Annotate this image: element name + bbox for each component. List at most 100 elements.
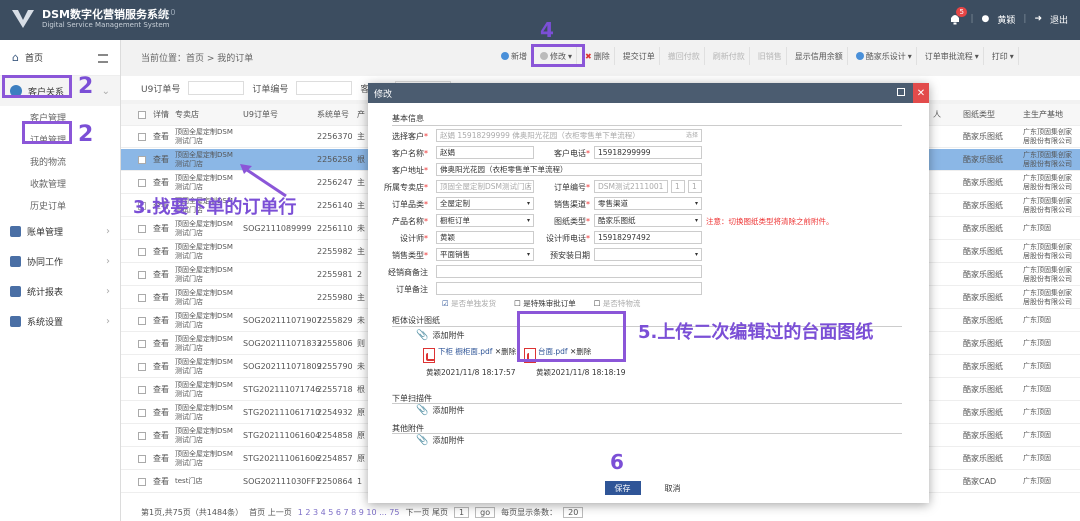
row-checkbox[interactable]: [138, 408, 146, 417]
approval-flow-button[interactable]: 订单审批流程 ▾: [921, 47, 984, 65]
customer-select[interactable]: 赵娟 15918299999 佛奥阳光花园（衣柜零售单下单流程） 选择: [436, 129, 702, 142]
row-checkbox[interactable]: [138, 132, 146, 141]
order-number-field[interactable]: DSM测试2111001: [594, 180, 668, 193]
order-no-input[interactable]: [296, 81, 353, 95]
install-date-select[interactable]: ▾: [594, 248, 702, 261]
ship-separately-checkbox[interactable]: ☑ 是否单独发货: [442, 298, 496, 309]
credit-balance-button[interactable]: 显示信用余额: [791, 47, 848, 65]
store-cell: 顶固全屋定制DSM测试门店: [175, 288, 233, 306]
file-link-1[interactable]: 下柜 橱柜面.pdf ✕删除: [438, 346, 516, 357]
row-checkbox[interactable]: [138, 270, 146, 279]
view-link[interactable]: 查看: [153, 430, 169, 441]
chevron-right-icon: ›: [106, 285, 110, 297]
row-checkbox[interactable]: [138, 477, 146, 486]
order-category-select[interactable]: 全屋定制 ▾: [436, 197, 534, 210]
withdraw-payment-button[interactable]: 撤回付款: [664, 47, 705, 65]
row-checkbox[interactable]: [138, 385, 146, 394]
row-checkbox[interactable]: [138, 293, 146, 302]
sales-channel-select[interactable]: 零售渠道 ▾: [594, 197, 702, 210]
view-link[interactable]: 查看: [153, 338, 169, 349]
add-button[interactable]: 新增: [497, 47, 532, 65]
row-checkbox[interactable]: [138, 224, 146, 233]
refresh-payment-button[interactable]: 刷新付款: [709, 47, 750, 65]
view-link[interactable]: 查看: [153, 154, 169, 165]
sidebar-item-home[interactable]: ⌂ 首页: [0, 40, 120, 76]
collapse-menu-icon[interactable]: [98, 54, 108, 63]
sale-type-select[interactable]: 平面销售 ▾: [436, 248, 534, 261]
logout-icon: ➜: [1034, 14, 1042, 24]
special-approval-checkbox[interactable]: ☐ 是特殊审批订单: [514, 298, 576, 309]
view-link[interactable]: 查看: [153, 453, 169, 464]
u9-order-input[interactable]: [188, 81, 245, 95]
save-button[interactable]: 保存: [604, 481, 641, 495]
product-name-select[interactable]: 橱柜订单 ▾: [436, 214, 534, 227]
u9-cell: SOG202111071833: [243, 339, 322, 348]
view-link[interactable]: 查看: [153, 292, 169, 303]
view-link[interactable]: 查看: [153, 177, 169, 188]
kujiale-design-button[interactable]: 酷家乐设计 ▾: [852, 47, 917, 65]
row-checkbox[interactable]: [138, 431, 146, 440]
print-button[interactable]: 打印 ▾: [988, 47, 1019, 65]
sidebar-sub-logistics[interactable]: 我的物流: [0, 150, 120, 172]
page-size-select[interactable]: 20: [563, 507, 584, 518]
sidebar-item-reports[interactable]: 统计报表 ›: [0, 276, 120, 306]
view-link[interactable]: 查看: [153, 361, 169, 372]
drawing-type-cell: 酷家乐图纸: [963, 362, 1003, 371]
view-link[interactable]: 查看: [153, 315, 169, 326]
add-other-attachment[interactable]: 📎 添加附件: [416, 435, 464, 446]
order-note-field[interactable]: [436, 282, 702, 295]
submit-order-button[interactable]: 提交订单: [619, 47, 660, 65]
customer-address-field[interactable]: 佛奥阳光花园（衣柜零售单下单流程）: [436, 163, 702, 176]
add-scan-attachment[interactable]: 📎 添加附件: [416, 405, 464, 416]
designer-field[interactable]: 黄颖: [436, 231, 534, 244]
row-checkbox[interactable]: [138, 339, 146, 348]
page-input[interactable]: 1: [454, 507, 470, 518]
view-link[interactable]: 查看: [153, 131, 169, 142]
sidebar-sub-history[interactable]: 历史订单: [0, 194, 120, 216]
logout-link[interactable]: 退出: [1050, 13, 1068, 26]
step-2-label: 2: [78, 74, 94, 99]
row-checkbox[interactable]: [138, 155, 146, 164]
drawing-type-cell: 酷家乐图纸: [963, 247, 1003, 256]
special-logistics-checkbox[interactable]: ☐ 是否特物流: [594, 298, 641, 309]
close-icon[interactable]: ✕: [913, 83, 929, 103]
paperclip-icon: 📎: [416, 435, 429, 446]
delete-button[interactable]: ✖ 删除: [581, 47, 615, 65]
customer-phone-field[interactable]: 15918299999: [594, 146, 702, 159]
view-link[interactable]: 查看: [153, 269, 169, 280]
base-cell: 广东顶固: [1023, 431, 1051, 439]
product-cell: 主: [357, 293, 365, 302]
chart-icon: [10, 285, 21, 297]
dealer-note-field[interactable]: [436, 265, 702, 278]
sidebar-sub-payments[interactable]: 收款管理: [0, 172, 120, 194]
customer-name-field[interactable]: 赵娟: [436, 146, 534, 159]
add-cabinet-attachment[interactable]: 📎 添加附件: [416, 330, 464, 341]
view-link[interactable]: 查看: [153, 476, 169, 487]
view-link[interactable]: 查看: [153, 384, 169, 395]
row-checkbox[interactable]: [138, 362, 146, 371]
store-cell: 顶固全屋定制DSM测试门店: [175, 150, 233, 168]
store-select[interactable]: 顶固全屋定制DSM测试门店 ▾: [436, 180, 534, 193]
view-link[interactable]: 查看: [153, 407, 169, 418]
go-button[interactable]: go: [475, 507, 496, 518]
designer-phone-field[interactable]: 15918297492: [594, 231, 702, 244]
cancel-button[interactable]: 取消: [653, 481, 693, 495]
sidebar-item-collab[interactable]: 协同工作 ›: [0, 246, 120, 276]
sidebar-item-settings[interactable]: 系统设置 ›: [0, 306, 120, 336]
view-link[interactable]: 查看: [153, 246, 169, 257]
u9-cell: STG202111061604: [243, 431, 321, 440]
row-checkbox[interactable]: [138, 316, 146, 325]
row-checkbox[interactable]: [138, 178, 146, 187]
base-cell: 广东顶固集创家居股份有限公司: [1023, 196, 1072, 214]
sidebar-item-billing[interactable]: 账单管理 ›: [0, 216, 120, 246]
old-sales-button[interactable]: 旧销售: [754, 47, 787, 65]
row-checkbox[interactable]: [138, 247, 146, 256]
maximize-icon[interactable]: [897, 88, 905, 96]
row-checkbox[interactable]: [138, 454, 146, 463]
user-name[interactable]: 黄颖: [997, 13, 1015, 26]
basic-info-title: 基本信息: [392, 114, 424, 123]
drawing-type-select[interactable]: 酷家乐图纸 ▾: [594, 214, 702, 227]
bell-icon[interactable]: 5: [948, 7, 967, 26]
step-5-label: 5.上传二次编辑过的台面图纸: [638, 322, 874, 343]
view-link[interactable]: 查看: [153, 223, 169, 234]
